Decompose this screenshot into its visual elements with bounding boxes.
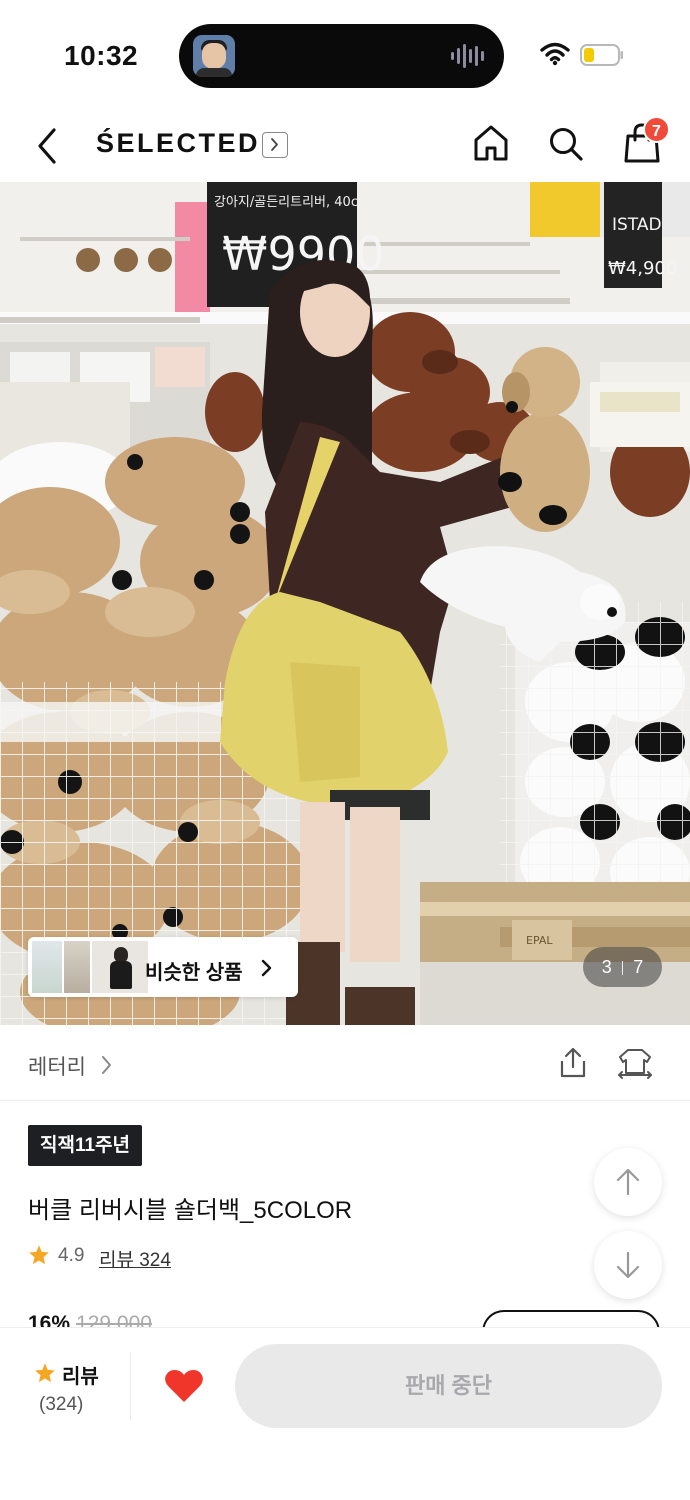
battery-icon xyxy=(580,44,623,66)
chevron-right-icon xyxy=(261,959,272,977)
cart-count-badge: 7 xyxy=(643,116,670,143)
star-icon xyxy=(29,1245,49,1265)
status-time: 10:32 xyxy=(64,40,139,71)
dynamic-island xyxy=(179,24,504,88)
similar-products-button[interactable]: 비슷한 상품 xyxy=(28,937,298,997)
arrow-down-icon xyxy=(616,1251,640,1279)
home-icon[interactable] xyxy=(472,124,510,162)
brand-title[interactable]: ŚELECTED xyxy=(96,128,260,159)
similar-thumb xyxy=(92,941,148,993)
sign-left-caption: 강아지/골든리트리버, 40cm xyxy=(214,195,371,210)
scroll-up-button[interactable] xyxy=(594,1148,662,1216)
shop-row: 레터리 xyxy=(0,1025,690,1101)
scroll-down-button[interactable] xyxy=(594,1231,662,1299)
page-total: 7 xyxy=(633,957,644,977)
wifi-icon xyxy=(540,42,570,66)
status-bar: 10:32 xyxy=(0,0,690,108)
brand-link-icon[interactable] xyxy=(262,132,288,158)
product-image-gallery[interactable]: 강아지/골든리트리버, 40cm ₩9900 ISTAD ₩4,900 EPAL… xyxy=(0,182,690,1025)
star-icon xyxy=(35,1363,55,1383)
audio-wave-icon xyxy=(451,42,484,70)
app-header: ŚELECTED xyxy=(0,108,690,182)
promo-tag: 직잭11주년 xyxy=(28,1125,143,1166)
rating-score: 4.9 xyxy=(58,1245,85,1266)
similar-thumb xyxy=(32,941,62,993)
heart-icon[interactable] xyxy=(164,1368,204,1404)
arrow-up-icon xyxy=(616,1168,640,1196)
sign-right-price: ₩4,900 xyxy=(608,258,677,279)
image-page-indicator: 37 xyxy=(583,947,662,987)
sign-right-title: ISTAD xyxy=(612,215,662,235)
similar-products-label: 비슷한 상품 xyxy=(145,962,243,984)
bottom-action-bar: 리뷰 (324) 판매 중단 xyxy=(0,1327,690,1500)
product-title: 버클 리버시블 숄더백_5COLOR xyxy=(28,1197,353,1224)
product-photo: 강아지/골든리트리버, 40cm ₩9900 ISTAD ₩4,900 EPAL xyxy=(0,182,690,1025)
review-count: (324) xyxy=(39,1394,84,1415)
shop-name-link[interactable]: 레터리 xyxy=(28,1051,86,1081)
review-label: 리뷰 xyxy=(62,1366,99,1388)
search-icon[interactable] xyxy=(548,126,584,162)
discount-rate: 16% xyxy=(28,1312,71,1328)
size-compare-icon[interactable] xyxy=(616,1047,654,1079)
reviews-link[interactable]: 리뷰 324 xyxy=(99,1245,171,1272)
similar-thumb xyxy=(64,941,90,993)
now-playing-avatar xyxy=(193,35,235,77)
page-current: 3 xyxy=(601,957,612,977)
back-arrow-icon[interactable] xyxy=(34,126,60,166)
share-icon[interactable] xyxy=(557,1047,589,1079)
chevron-right-icon[interactable] xyxy=(101,1055,113,1075)
pallet-mark: EPAL xyxy=(526,934,553,947)
price-row: 16% 129,000 xyxy=(28,1312,152,1328)
divider xyxy=(130,1352,131,1420)
sold-out-button[interactable]: 판매 중단 xyxy=(235,1344,662,1428)
original-price: 129,000 xyxy=(76,1312,152,1328)
